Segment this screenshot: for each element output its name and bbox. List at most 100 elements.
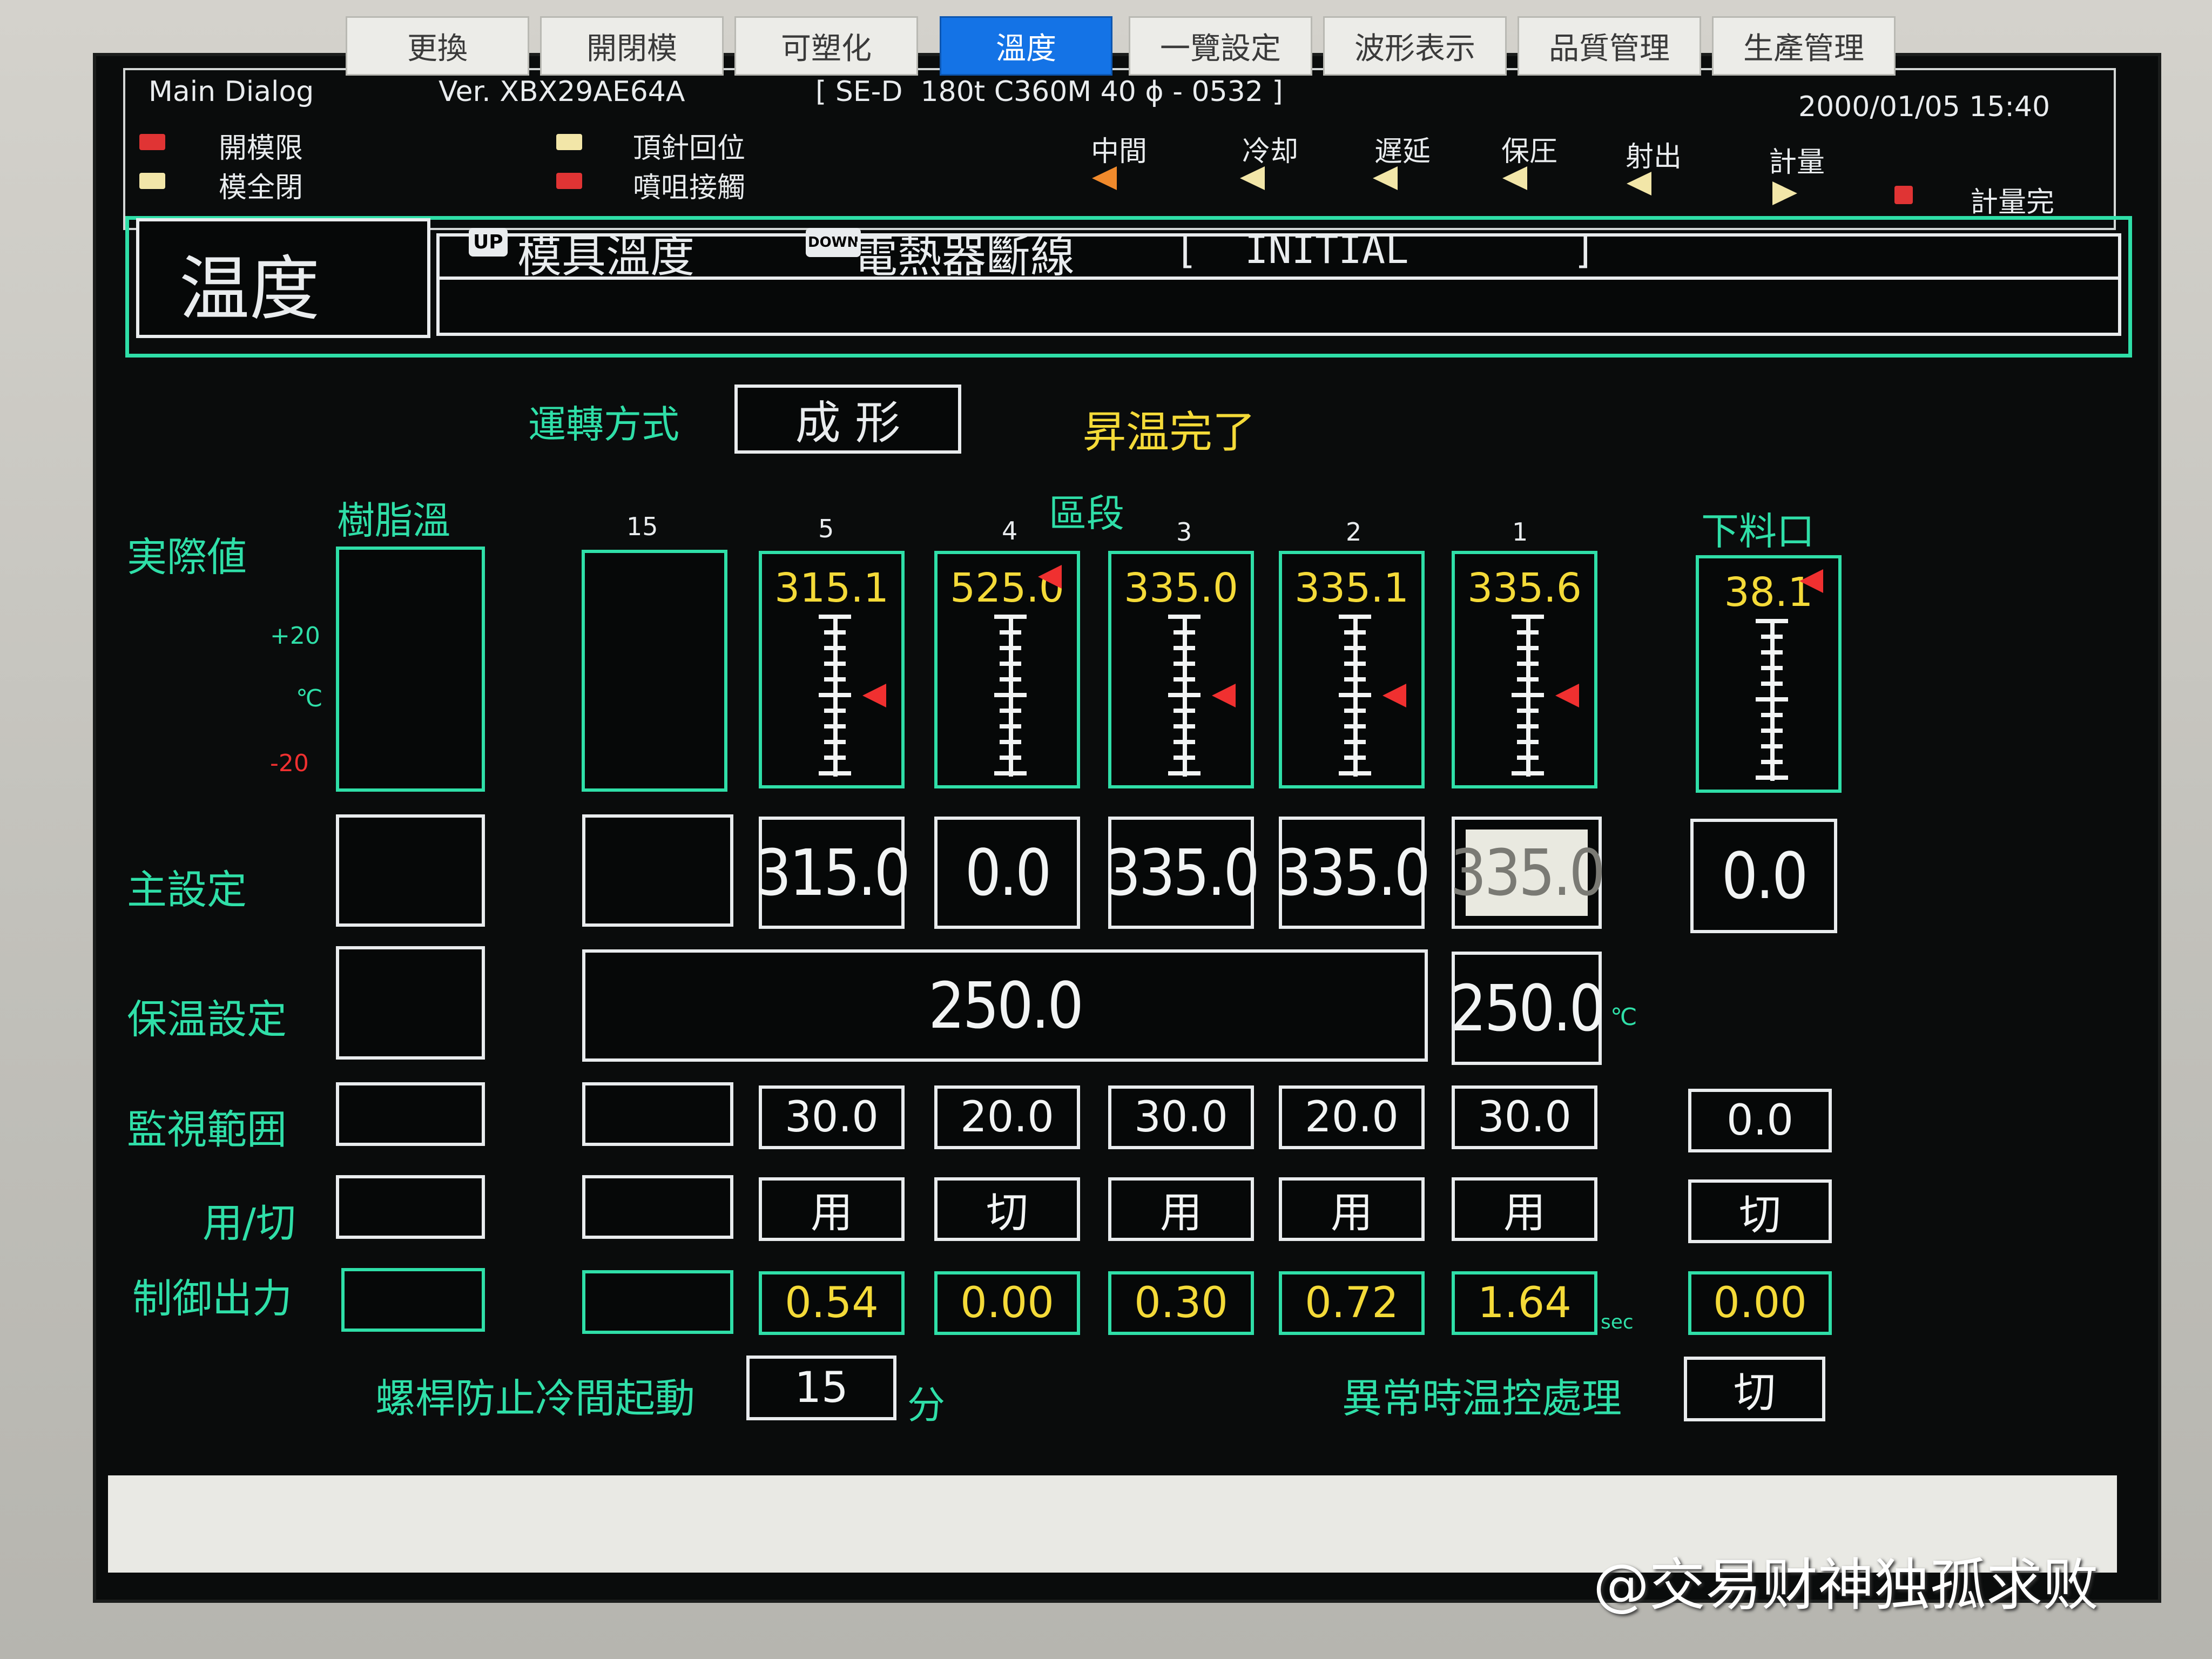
lamp-label: 噴咀接觸 [633,172,746,204]
tab-label: 溫度 [996,31,1056,66]
tab-temperature[interactable]: 溫度 [940,16,1112,76]
scale-tick [1761,682,1783,686]
temp-scale [819,615,851,777]
scale-tick [1756,619,1788,623]
tab-overview-settings[interactable]: 一覽設定 [1129,16,1312,76]
scale-tick [1174,709,1195,713]
zone-temp-gauge: 315.1 [759,551,905,788]
feed-use-toggle[interactable]: 切 [1688,1179,1832,1243]
lamp-mold-closed [139,173,165,189]
zone-monitor[interactable]: 30.0 [1452,1085,1597,1149]
zone-main-set[interactable]: 315.0 [755,817,911,929]
feed-monitor[interactable]: 0.0 [1688,1089,1832,1152]
zone-monitor[interactable] [582,1082,733,1146]
cold-start-unit: 分 [907,1383,945,1427]
scale-tick [1756,697,1788,702]
hold-set-value: 250.0 [1450,971,1606,1046]
tab-production[interactable]: 生產管理 [1712,16,1896,76]
step-label: 保圧 [1501,136,1558,168]
scale-tick [1761,666,1783,670]
actual-temp-value: 335.1 [1294,565,1409,611]
zone-use-toggle[interactable]: 用 [1452,1177,1597,1241]
tab-change[interactable]: 更換 [346,16,529,76]
zone-output [582,1270,733,1334]
scale-tick [1756,775,1788,780]
scale-tick [824,662,846,666]
scale-tick [819,771,851,775]
zone-monitor[interactable]: 20.0 [934,1085,1080,1149]
scale-tick [1000,709,1021,713]
scale-tick [1339,693,1371,697]
scale-plus-label: +20 [270,622,320,650]
scale-tick [994,693,1027,697]
zones-hold-set[interactable]: 250.0 [582,949,1428,1062]
mode-value: 成 形 [795,396,901,449]
step-label: 計量完 [1970,186,2055,219]
feed-main-set[interactable]: 0.0 [1690,819,1837,933]
scale-tick [1174,662,1195,666]
scale-tick [1344,677,1366,682]
mode-value-field[interactable]: 成 形 [734,385,961,454]
feed-throat-label: 下料口 [1701,509,1815,554]
scale-tick [994,771,1027,775]
scale-tick [824,646,846,650]
tab-waveform[interactable]: 波形表示 [1323,16,1507,76]
zone-use-toggle[interactable]: 切 [934,1177,1080,1241]
zone-use-toggle[interactable]: 用 [1108,1177,1254,1241]
resin-monitor[interactable] [336,1082,485,1146]
main-set-value: 0.0 [965,835,1052,910]
resin-main-set[interactable] [336,814,485,927]
scale-tick [1000,630,1021,635]
zone-use[interactable] [582,1175,733,1239]
scale-tick [824,724,846,729]
tab-label: 波形表示 [1354,31,1475,66]
zone-main-set[interactable] [582,814,733,927]
zone1-hold-set[interactable]: 250.0 [1450,952,1606,1065]
step-label: 計量 [1769,146,1825,179]
scale-tick [1761,650,1783,655]
zone-main-set[interactable]: 335.0 [1104,817,1260,929]
scale-tick [824,630,846,635]
zone-use-toggle[interactable]: 用 [759,1177,905,1241]
scale-tick [1344,662,1366,666]
deviation-marker-icon [1038,565,1062,589]
resin-output [341,1268,485,1332]
zone-use-toggle[interactable]: 用 [1279,1177,1425,1241]
zone-main-set-selected[interactable]: 335.0 [1450,817,1606,929]
tab-plasticize[interactable]: 可塑化 [734,16,918,76]
cold-start-field[interactable]: 15 [746,1355,896,1420]
monitor-value: 0.0 [1726,1096,1794,1145]
machine-state: [ INITIAL ] [1175,227,1596,272]
abnormal-toggle[interactable]: 切 [1684,1357,1825,1421]
output-value: 0.54 [785,1279,879,1327]
scale-tick [1344,646,1366,650]
zone-output: 1.64 [1452,1271,1597,1335]
tab-quality[interactable]: 品質管理 [1518,16,1701,76]
output-value: 0.72 [1305,1279,1399,1327]
mode-label: 運轉方式 [528,402,679,447]
zone-main-set[interactable]: 0.0 [934,817,1080,929]
actual-temp-value: 335.0 [1124,565,1238,611]
lamp-nozzle-contact [556,173,582,189]
resin-use[interactable] [336,1175,485,1239]
tab-open-close-mold[interactable]: 開閉模 [540,16,724,76]
scale-tick [1517,756,1539,760]
zone-gauge-15 [582,550,727,792]
scale-tick [994,615,1027,619]
output-value: 0.00 [1713,1279,1807,1327]
zone-monitor[interactable]: 30.0 [1108,1085,1254,1149]
output-value: 0.00 [960,1279,1054,1327]
scale-tick [1517,646,1539,650]
zone-monitor[interactable]: 30.0 [759,1085,905,1149]
output-unit: sec [1601,1311,1634,1333]
scale-tick [1174,724,1195,729]
zone-monitor[interactable]: 20.0 [1279,1085,1425,1149]
temp-scale [1512,615,1544,777]
scale-tick [1761,744,1783,748]
scale-tick [1512,771,1544,775]
zone-main-set[interactable]: 335.0 [1275,817,1431,929]
scale-tick [824,740,846,744]
version-label: Ver. XBX29AE64A [439,76,685,108]
zone-id: 4 [1002,516,1018,545]
resin-hold-set[interactable] [336,946,485,1060]
